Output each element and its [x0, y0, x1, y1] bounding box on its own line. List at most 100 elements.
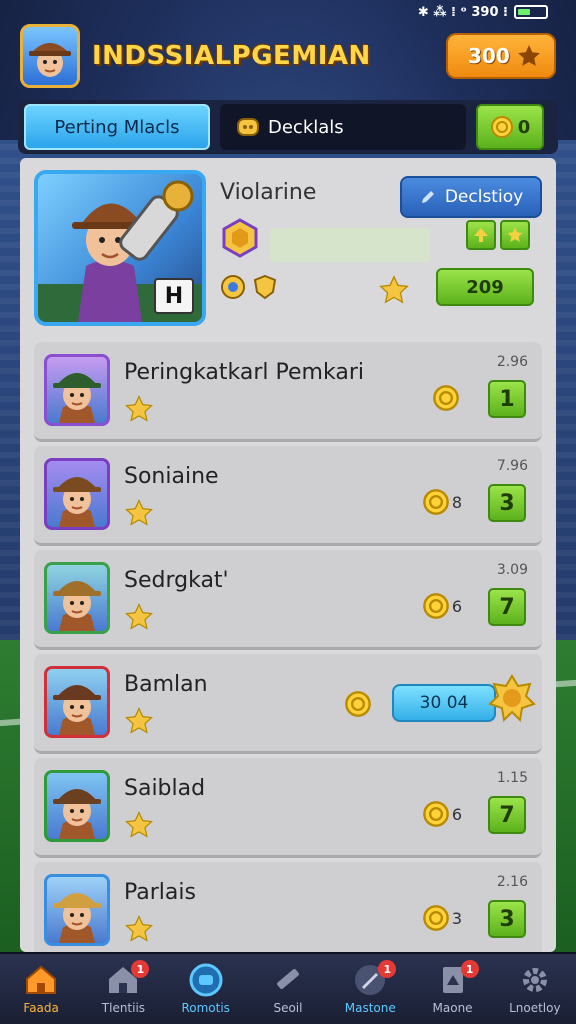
- starburst-coin-icon: [488, 674, 536, 722]
- player-row[interactable]: Bamlan 30 04: [34, 654, 542, 754]
- nav-label: Mastone: [344, 1001, 396, 1015]
- star-icon: [125, 499, 153, 526]
- featured-mini-badges: [220, 274, 278, 300]
- coin-icon: [422, 593, 449, 619]
- nav-label: Faada: [23, 1001, 59, 1015]
- player-name: Parlais: [124, 880, 196, 905]
- player-name: Soniaine: [124, 464, 219, 489]
- player-score-pill[interactable]: 30 04: [392, 684, 496, 722]
- featured-score-button[interactable]: 209: [436, 268, 534, 306]
- coin-icon: [433, 385, 459, 411]
- shield-badge-icon: [253, 274, 277, 300]
- player-avatar[interactable]: [44, 458, 110, 530]
- player-face-icon: [53, 477, 101, 527]
- player-token-count: 3: [451, 908, 462, 928]
- tab-primary[interactable]: Perting Mlacls: [24, 104, 210, 150]
- player-face-icon: [53, 373, 101, 423]
- tab-secondary[interactable]: Decklals: [220, 104, 466, 150]
- player-avatar[interactable]: [44, 666, 110, 738]
- star-icon: [518, 45, 540, 66]
- game-title: INDSSIALPGEMIAN: [92, 41, 371, 71]
- battery-icon: [514, 5, 548, 19]
- tabs-row: Perting Mlacls Decklals 0: [18, 100, 558, 154]
- slash-icon: [277, 969, 299, 989]
- coin-icon: [422, 801, 449, 827]
- player-rank-button[interactable]: 7: [488, 588, 526, 626]
- player-value: 7.96: [496, 458, 528, 474]
- player-face-icon: [53, 789, 101, 839]
- player-token-count: 8: [451, 492, 462, 512]
- featured-player-card: H Violarine Declstioy 209: [34, 166, 542, 334]
- player-name: Sedrgkat': [124, 568, 229, 593]
- player-token: 6: [422, 592, 462, 620]
- star-icon: [125, 811, 153, 838]
- nav-item-seoil[interactable]: Seoil: [247, 954, 329, 1024]
- tab-coins-value: 0: [517, 116, 531, 138]
- nav-item-lnoetloy[interactable]: Lnoetloy: [494, 954, 576, 1024]
- player-avatar[interactable]: [20, 24, 80, 88]
- tab-coins-button[interactable]: 0: [476, 104, 544, 150]
- leaderboard-panel: H Violarine Declstioy 209 Peringkatkarl …: [20, 158, 556, 952]
- player-list: Peringkatkarl Pemkari 2.96 1 Soniaine 7.…: [34, 342, 542, 952]
- nav-item-mastone[interactable]: Mastone 1: [329, 954, 411, 1024]
- player-value: 2.96: [496, 354, 528, 370]
- player-token-count: 6: [451, 804, 462, 824]
- star-icon: [125, 395, 153, 422]
- player-avatar[interactable]: [44, 562, 110, 634]
- featured-portrait[interactable]: H: [34, 170, 206, 326]
- nav-label: Maone: [432, 1001, 473, 1015]
- nav-label: Romotis: [181, 1001, 230, 1015]
- player-rank-button[interactable]: 3: [488, 484, 526, 522]
- gem-badge-icon: [221, 275, 245, 299]
- player-avatar[interactable]: [44, 770, 110, 842]
- coin-balance-button[interactable]: 300: [446, 33, 556, 79]
- notification-badge: 1: [460, 960, 479, 978]
- player-value: 2.16: [496, 874, 528, 890]
- nav-label: Tlentiis: [101, 1001, 146, 1015]
- arrow-up-icon: [474, 228, 488, 242]
- player-value: 3.09: [496, 562, 528, 578]
- player-avatar[interactable]: [44, 874, 110, 946]
- home-icon: [26, 965, 57, 994]
- player-avatar[interactable]: [44, 354, 110, 426]
- rank-hexagon-icon: [222, 218, 258, 258]
- featured-progress-bar: [270, 228, 430, 262]
- notification-badge: 1: [378, 960, 397, 978]
- coin-balance-value: 300: [468, 44, 510, 68]
- nav-label: Seoil: [273, 1001, 303, 1015]
- boost-button[interactable]: [466, 220, 496, 250]
- favorite-button[interactable]: [500, 220, 530, 250]
- status-text: ✱ ⁂ ⁞ ᵒ 390 ⁝: [417, 4, 508, 20]
- player-row[interactable]: Peringkatkarl Pemkari 2.96 1: [34, 342, 542, 442]
- player-face-icon: [53, 685, 101, 735]
- nav-item-faada[interactable]: Faada: [0, 954, 82, 1024]
- details-button-label: Declstioy: [444, 187, 524, 207]
- header: INDSSIALPGEMIAN 300: [20, 20, 556, 92]
- details-button[interactable]: Declstioy: [400, 176, 542, 218]
- player-token-count: 6: [451, 596, 462, 616]
- coin-icon: [422, 905, 449, 931]
- player-face-icon: [53, 893, 101, 943]
- player-row[interactable]: Saiblad 1.15 6 7: [34, 758, 542, 858]
- nav-item-romotis[interactable]: Romotis: [165, 954, 247, 1024]
- player-row[interactable]: Parlais 2.16 3 3: [34, 862, 542, 952]
- player-rank-button[interactable]: 3: [488, 900, 526, 938]
- bottom-navigation: Faada Tlentiis 1 Romotis Seoil Mastone 1…: [0, 952, 576, 1024]
- player-name: Bamlan: [124, 672, 208, 697]
- gamepad-icon: [189, 963, 223, 997]
- featured-actions: [466, 220, 530, 250]
- nav-item-maone[interactable]: Maone 1: [411, 954, 493, 1024]
- star-icon: [379, 275, 409, 304]
- nav-item-tlentiis[interactable]: Tlentiis 1: [82, 954, 164, 1024]
- player-rank-button[interactable]: 1: [488, 380, 526, 418]
- tab-secondary-label: Decklals: [268, 116, 344, 138]
- coin-icon: [345, 691, 371, 717]
- player-token: 6: [422, 800, 462, 828]
- player-rank-button[interactable]: 7: [488, 796, 526, 834]
- star-icon: [125, 603, 153, 630]
- player-token: 3: [422, 904, 462, 932]
- player-row[interactable]: Sedrgkat' 3.09 6 7: [34, 550, 542, 650]
- player-token: 8: [422, 488, 462, 516]
- coin-icon: [422, 489, 449, 515]
- player-row[interactable]: Soniaine 7.96 8 3: [34, 446, 542, 546]
